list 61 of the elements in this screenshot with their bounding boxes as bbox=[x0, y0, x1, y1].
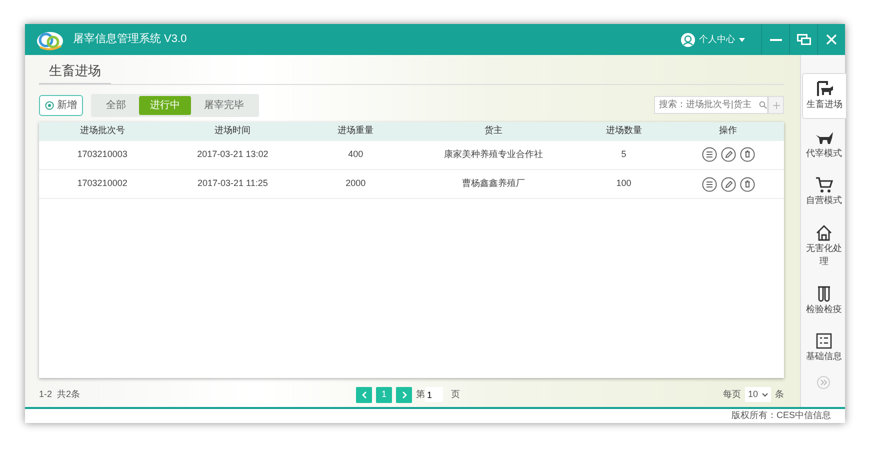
column-header: 操作 bbox=[672, 122, 784, 140]
table-cell: 2017-03-21 11:25 bbox=[166, 170, 300, 198]
previous-page-button[interactable] bbox=[356, 386, 372, 402]
per-page-unit: 条 bbox=[775, 388, 784, 401]
trash-icon[interactable] bbox=[740, 147, 755, 162]
id-card-icon bbox=[815, 332, 833, 350]
plus-circle-icon bbox=[45, 100, 54, 110]
sidebar-item[interactable]: 基础信息 bbox=[802, 326, 846, 370]
close-icon bbox=[826, 34, 837, 45]
trash-icon[interactable] bbox=[740, 176, 755, 192]
pencil-icon[interactable] bbox=[720, 147, 736, 162]
pencil-icon[interactable] bbox=[720, 176, 736, 192]
house-icon bbox=[815, 224, 833, 242]
cart-icon bbox=[815, 176, 833, 194]
copyright-text: 版权所有：CES中信信息 bbox=[731, 409, 831, 422]
sidebar-item[interactable]: 自营模式 bbox=[802, 170, 846, 214]
plus-icon bbox=[772, 102, 780, 108]
pig-gate-icon bbox=[816, 80, 834, 98]
next-page-button[interactable] bbox=[396, 386, 412, 402]
per-page-label: 每页 bbox=[722, 388, 741, 401]
goto-label: 第 bbox=[416, 388, 425, 401]
restore-icon bbox=[796, 34, 810, 45]
column-header: 货主 bbox=[411, 122, 576, 140]
window-title: 屠宰信息管理系统 V3.0 bbox=[73, 32, 187, 48]
column-header: 进场重量 bbox=[300, 122, 412, 140]
chevron-left-icon bbox=[362, 390, 366, 398]
sidebar-item[interactable]: 代宰模式 bbox=[802, 122, 846, 166]
table-cell: 5 bbox=[575, 140, 672, 170]
table-cell: 1703210002 bbox=[39, 170, 166, 198]
table-cell: 2000 bbox=[300, 170, 412, 198]
record-summary: 1-2 共2条 bbox=[39, 388, 82, 401]
list-icon[interactable] bbox=[702, 147, 717, 162]
test-tubes-icon bbox=[815, 284, 833, 302]
per-page-select[interactable]: 10 bbox=[744, 387, 771, 402]
table-cell: 400 bbox=[300, 140, 412, 170]
minimize-icon bbox=[770, 38, 782, 40]
caret-icon bbox=[762, 392, 768, 396]
sidebar-item[interactable]: 生畜进场 bbox=[802, 73, 846, 118]
search-field[interactable]: 搜索：进场批次号|货主 bbox=[654, 96, 768, 114]
avatar-icon bbox=[681, 32, 695, 46]
column-header: 进场时间 bbox=[166, 122, 300, 140]
table-cell: 曹杨鑫鑫养殖厂 bbox=[411, 170, 576, 198]
chevron-right-icon bbox=[402, 390, 406, 398]
double-chevron-icon bbox=[816, 376, 830, 388]
caret-icon bbox=[739, 38, 745, 42]
table-cell: 2017-03-21 13:02 bbox=[166, 140, 300, 170]
page-unit-label: 页 bbox=[451, 388, 460, 401]
sidebar-item[interactable]: 检验检疫 bbox=[802, 278, 846, 322]
page-input[interactable]: 1 bbox=[425, 387, 443, 402]
table-cell: 100 bbox=[575, 170, 672, 198]
add-button[interactable]: 新增 bbox=[39, 94, 83, 116]
list-icon[interactable] bbox=[702, 176, 717, 192]
table-cell: 1703210003 bbox=[39, 140, 166, 170]
filter-tab[interactable]: 屠宰完毕 bbox=[193, 96, 255, 114]
sidebar-item[interactable]: 无害化处理 bbox=[802, 218, 846, 274]
column-header: 进场数量 bbox=[575, 122, 672, 140]
table-cell: 康家美种养殖专业合作社 bbox=[411, 140, 576, 170]
search-icon bbox=[759, 101, 767, 109]
page-title: 生畜进场 bbox=[39, 55, 111, 84]
filter-tab[interactable]: 全部 bbox=[95, 96, 137, 114]
column-header: 进场批次号 bbox=[39, 122, 166, 140]
